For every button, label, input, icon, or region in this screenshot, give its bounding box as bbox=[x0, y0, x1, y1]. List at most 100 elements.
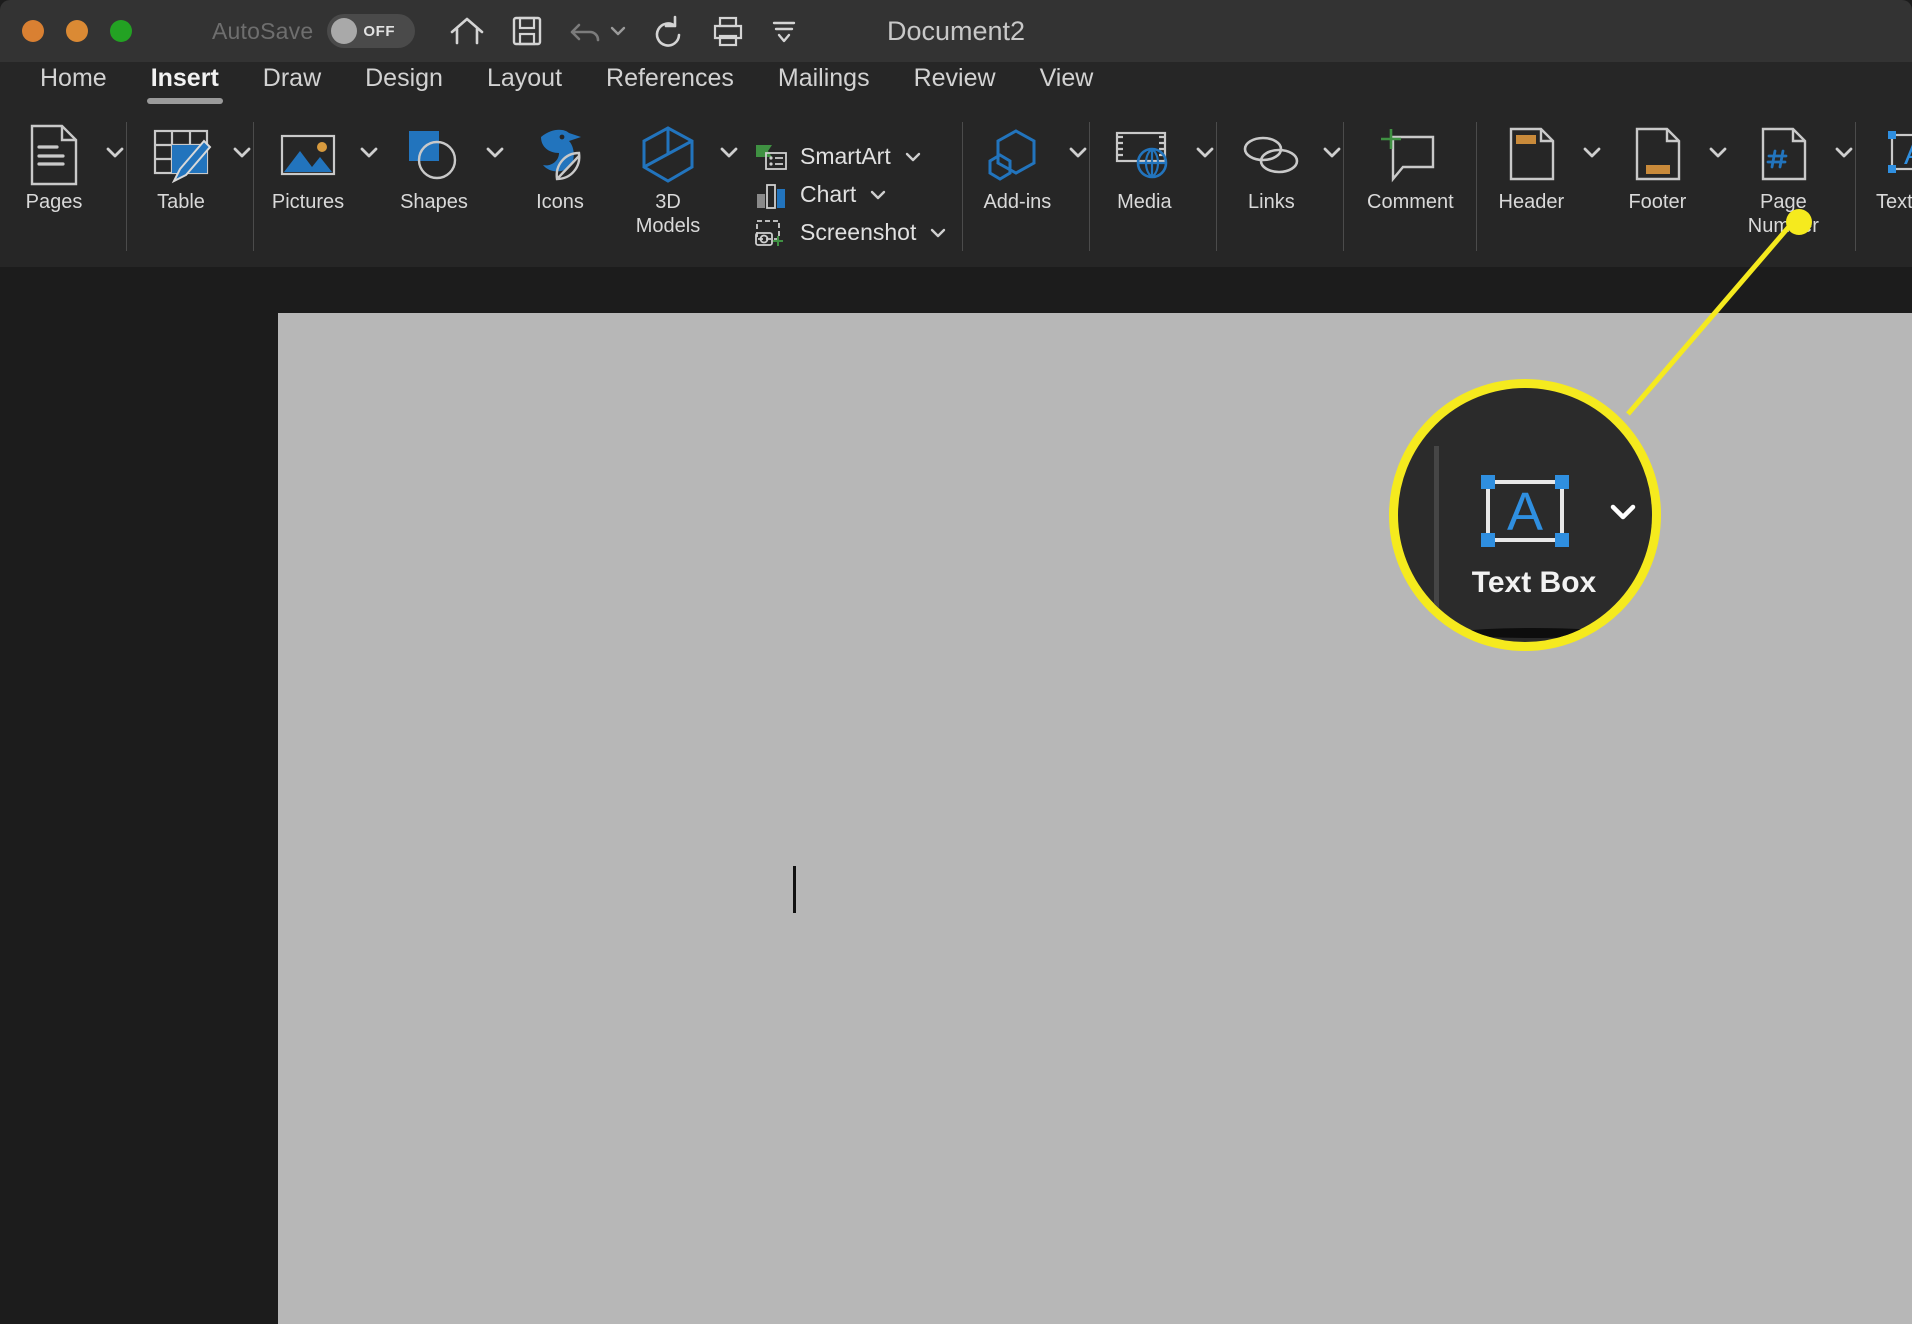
table-icon bbox=[150, 122, 212, 188]
ribbon-button-pages[interactable]: Pages bbox=[0, 108, 108, 214]
quick-access-toolbar bbox=[449, 14, 797, 48]
ribbon: Pages Table Pictures Shapes Icons 3D Mod… bbox=[0, 108, 1912, 267]
chevron-down-icon[interactable] bbox=[868, 188, 888, 202]
3d-models-icon bbox=[637, 122, 699, 188]
ribbon-group-table: Table bbox=[127, 108, 253, 267]
tab-layout[interactable]: Layout bbox=[465, 62, 584, 108]
magnified-text-box-label: Text Box bbox=[1471, 566, 1597, 599]
ribbon-label-pages: Pages bbox=[25, 191, 83, 213]
ribbon-group-comment: Comment bbox=[1344, 108, 1476, 267]
ribbon-label-smartart: SmartArt bbox=[800, 143, 891, 169]
ribbon-button-links[interactable]: Links bbox=[1217, 108, 1325, 214]
magnified-chevron-down-icon bbox=[1610, 504, 1636, 520]
tab-review[interactable]: Review bbox=[892, 62, 1018, 108]
ribbon-group-text: A Text Box bbox=[1856, 108, 1912, 267]
chevron-down-icon[interactable] bbox=[928, 226, 948, 240]
footer-icon bbox=[1629, 122, 1685, 188]
autosave-label: AutoSave bbox=[212, 17, 314, 44]
tab-view[interactable]: View bbox=[1018, 62, 1116, 108]
ribbon-button-addins[interactable]: Add-ins bbox=[963, 108, 1071, 214]
autosave-toggle[interactable]: OFF bbox=[327, 14, 416, 48]
ribbon-button-comment[interactable]: Comment bbox=[1344, 108, 1476, 267]
pages-icon bbox=[26, 122, 82, 188]
autosave-state-label: OFF bbox=[363, 22, 396, 40]
ribbon-button-icons[interactable]: Icons bbox=[506, 108, 614, 267]
ribbon-button-pictures[interactable]: Pictures bbox=[254, 108, 362, 214]
text-cursor bbox=[793, 866, 796, 913]
ribbon-button-table[interactable]: Table bbox=[127, 108, 235, 214]
redo-icon[interactable] bbox=[653, 14, 685, 48]
page-number-icon bbox=[1755, 122, 1811, 188]
ribbon-button-header[interactable]: Header bbox=[1477, 108, 1585, 214]
chevron-down-icon[interactable] bbox=[903, 150, 923, 164]
chart-icon bbox=[754, 180, 788, 210]
tab-insert[interactable]: Insert bbox=[129, 62, 241, 108]
ribbon-label-media: Media bbox=[1117, 191, 1172, 213]
word-window: AutoSave OFF Document2 Home Insert Draw … bbox=[0, 0, 1912, 1324]
text-box-icon: A bbox=[1882, 122, 1912, 188]
ribbon-label-icons: Icons bbox=[536, 191, 584, 213]
callout-anchor-dot bbox=[1786, 209, 1812, 235]
ribbon-button-footer[interactable]: Footer bbox=[1603, 108, 1711, 214]
ribbon-tab-strip: Home Insert Draw Design Layout Reference… bbox=[0, 62, 1912, 108]
tab-mailings[interactable]: Mailings bbox=[756, 62, 892, 108]
ribbon-button-3d-models[interactable]: 3D Models bbox=[614, 108, 722, 238]
save-icon[interactable] bbox=[511, 15, 543, 47]
ribbon-label-comment: Comment bbox=[1367, 191, 1454, 213]
print-icon[interactable] bbox=[711, 15, 745, 47]
shapes-icon bbox=[403, 122, 465, 188]
ribbon-label-addins: Add-ins bbox=[983, 191, 1052, 213]
ribbon-button-text-box[interactable]: A Text Box bbox=[1856, 108, 1912, 214]
ribbon-button-shapes[interactable]: Shapes bbox=[380, 108, 488, 214]
magnified-text-box-icon: A bbox=[1474, 470, 1578, 567]
links-icon bbox=[1239, 122, 1303, 188]
ribbon-button-chart[interactable]: Chart bbox=[754, 180, 948, 210]
svg-text:A: A bbox=[1507, 482, 1543, 542]
ribbon-button-page-number[interactable]: Page Number bbox=[1729, 108, 1837, 238]
ribbon-group-header-footer: Header Footer Page Number bbox=[1477, 108, 1855, 267]
pictures-icon bbox=[276, 122, 340, 188]
smartart-icon bbox=[754, 142, 788, 172]
comment-icon bbox=[1379, 122, 1441, 188]
tab-draw[interactable]: Draw bbox=[241, 62, 343, 108]
svg-text:A: A bbox=[1904, 138, 1912, 171]
autosave-control[interactable]: AutoSave OFF bbox=[212, 14, 416, 48]
minimize-window-button[interactable] bbox=[66, 20, 88, 42]
screenshot-icon bbox=[754, 218, 788, 248]
media-icon bbox=[1112, 122, 1176, 188]
ribbon-label-screenshot: Screenshot bbox=[800, 219, 917, 245]
title-bar: AutoSave OFF Document2 bbox=[0, 0, 1912, 62]
ribbon-button-smartart[interactable]: SmartArt bbox=[754, 142, 948, 172]
maximize-window-button[interactable] bbox=[110, 20, 132, 42]
traffic-lights bbox=[22, 20, 132, 42]
ribbon-label-footer: Footer bbox=[1628, 191, 1687, 213]
ribbon-label-pictures: Pictures bbox=[271, 191, 345, 213]
chevron-down-icon bbox=[611, 26, 626, 36]
add-ins-icon bbox=[986, 122, 1048, 188]
home-icon[interactable] bbox=[449, 15, 485, 47]
ribbon-button-screenshot[interactable]: Screenshot bbox=[754, 218, 948, 248]
undo-icon[interactable] bbox=[569, 15, 627, 47]
tab-references[interactable]: References bbox=[584, 62, 756, 108]
tab-home[interactable]: Home bbox=[18, 62, 129, 108]
tab-design[interactable]: Design bbox=[343, 62, 465, 108]
ribbon-button-media[interactable]: Media bbox=[1090, 108, 1198, 214]
ribbon-stack-illustrations: SmartArt Chart Screenshot bbox=[740, 108, 962, 267]
ribbon-group-illustrations: Pictures Shapes Icons 3D Models SmartArt… bbox=[254, 108, 962, 267]
ribbon-group-media: Media bbox=[1090, 108, 1216, 267]
ribbon-group-links: Links bbox=[1217, 108, 1343, 267]
header-icon bbox=[1503, 122, 1559, 188]
autosave-toggle-knob bbox=[331, 18, 358, 44]
ribbon-label-chart: Chart bbox=[800, 181, 857, 207]
ribbon-label-shapes: Shapes bbox=[400, 191, 468, 213]
ribbon-label-3d-models: 3D Models bbox=[635, 191, 701, 237]
close-window-button[interactable] bbox=[22, 20, 44, 42]
document-page[interactable] bbox=[278, 313, 1912, 1324]
callout-magnifier: A Text Box bbox=[1389, 379, 1661, 651]
customize-toolbar-icon[interactable] bbox=[771, 18, 797, 44]
ribbon-group-addins: Add-ins bbox=[963, 108, 1089, 267]
magnifier-shadow bbox=[1458, 628, 1608, 638]
ribbon-label-header: Header bbox=[1498, 191, 1565, 213]
ribbon-label-text-box: Text Box bbox=[1876, 191, 1912, 213]
ribbon-label-links: Links bbox=[1248, 191, 1295, 213]
